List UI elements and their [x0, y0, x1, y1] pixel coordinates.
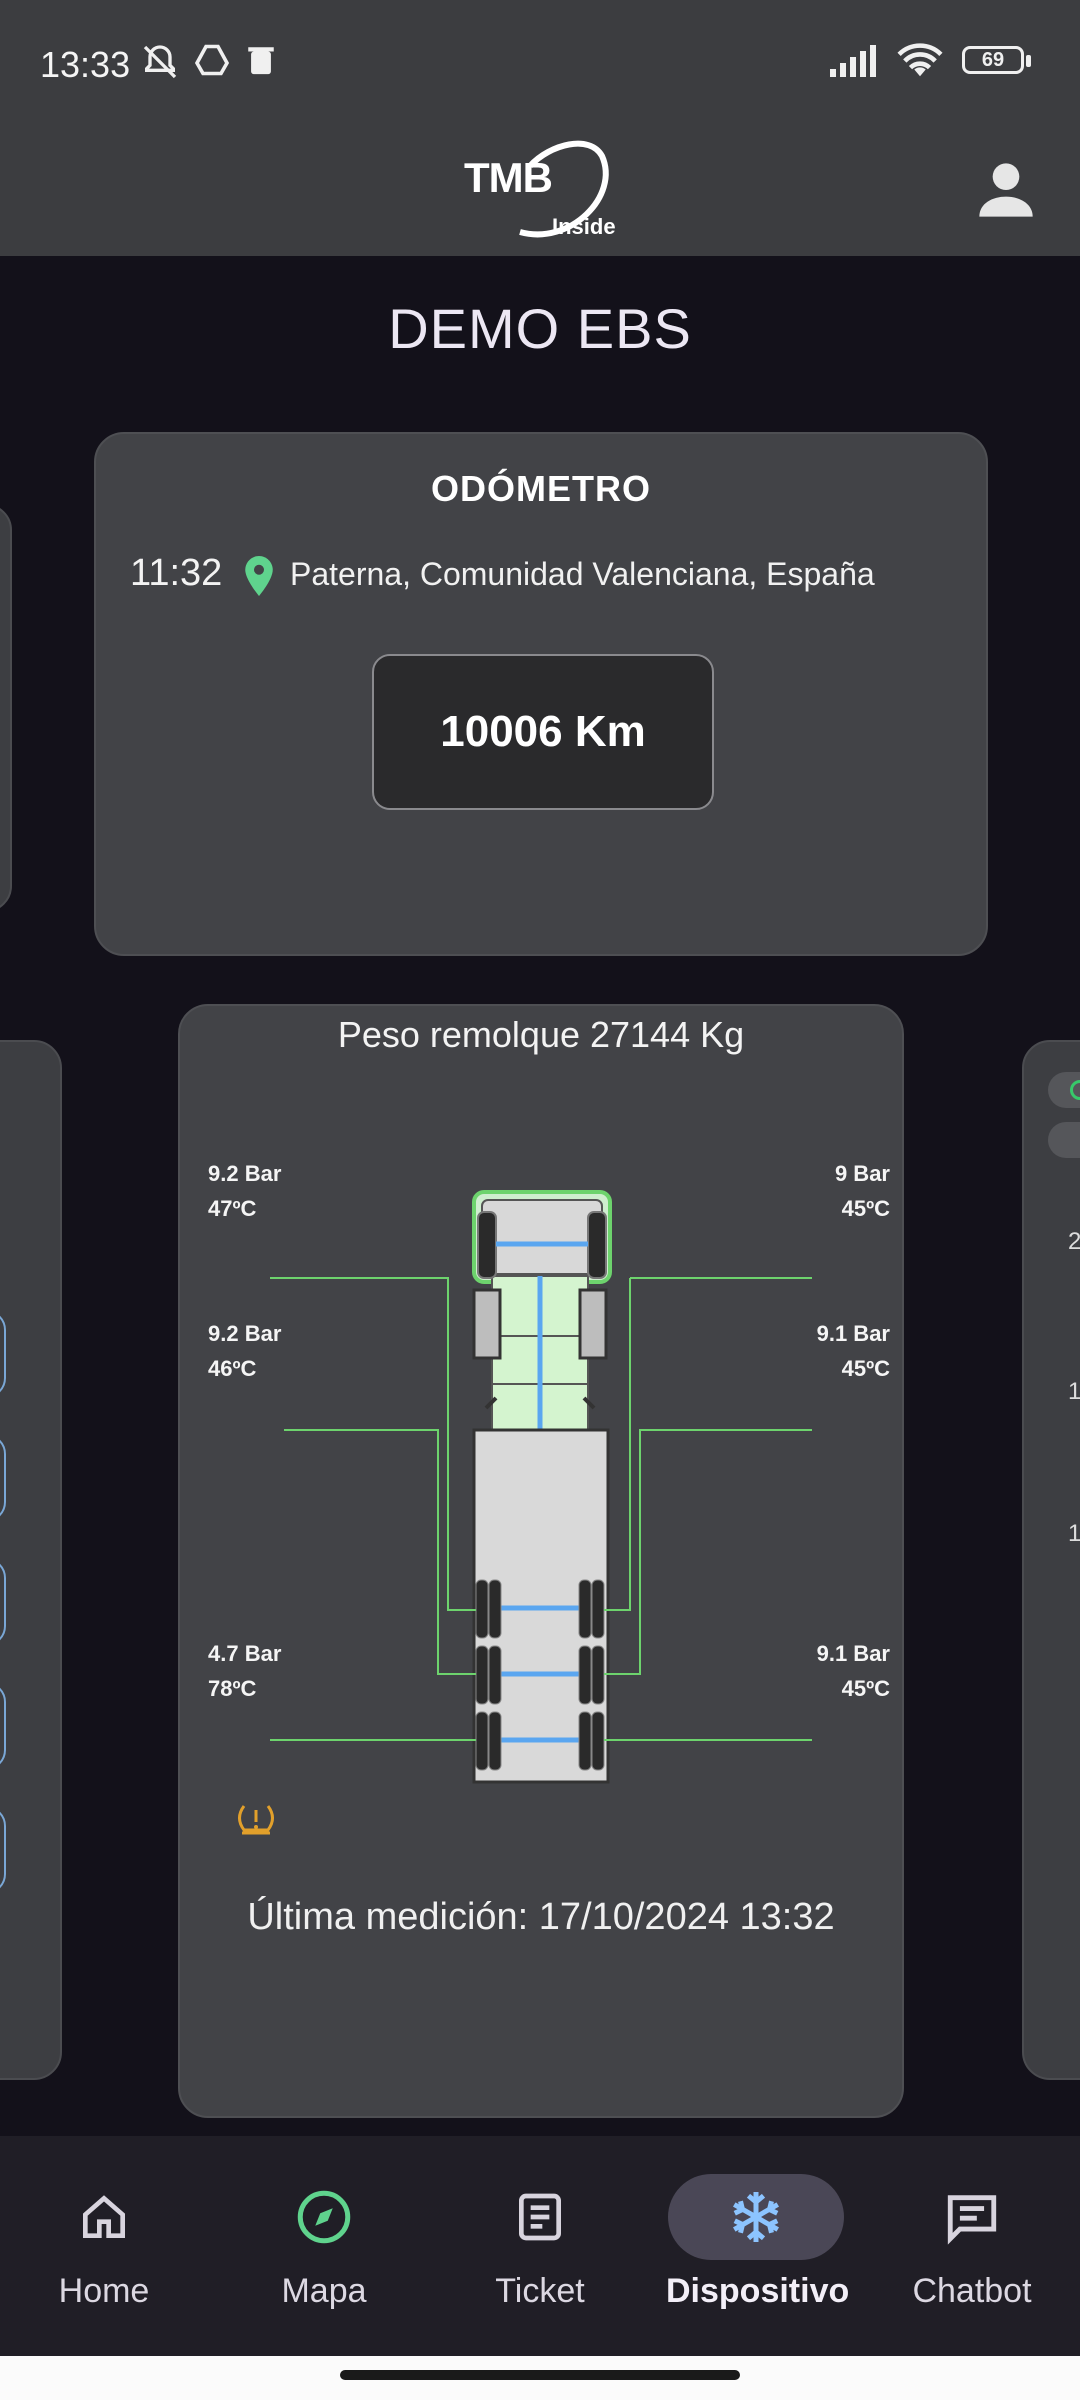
tire-pressure: 4.7 Bar [208, 1641, 282, 1666]
wifi-icon [897, 43, 943, 77]
tire-temperature: 78ºC [208, 1676, 257, 1701]
right-peek-number: 1 [1068, 1378, 1080, 1405]
snowflake-icon [733, 2192, 779, 2242]
tire-pressure: 9.2 Bar [208, 1161, 282, 1186]
odometer-location: Paterna, Comunidad Valenciana, España [290, 556, 875, 592]
right-peek-number: 1 [1068, 1520, 1080, 1547]
tire-front-left[interactable]: 9.2 Bar 47ºC [208, 1156, 281, 1226]
bottom-navigation: Home Mapa Ticket Dispositivo Chatbot [0, 2136, 1080, 2356]
battery-icon: 69 [962, 44, 1034, 78]
logo-text: TMB [464, 154, 553, 201]
last-measurement: Última medición: 17/10/2024 13:32 [247, 1896, 835, 1938]
tire-temperature: 46ºC [208, 1356, 257, 1381]
compass-icon [297, 2190, 351, 2244]
tire-pressure: 9.1 Bar [816, 1641, 890, 1666]
chat-icon [947, 2195, 997, 2245]
location-pin-icon [245, 556, 273, 596]
tire-rear-right[interactable]: 9.1 Bar 45ºC [817, 1636, 890, 1706]
status-time: 13:33 [40, 44, 131, 85]
drive-icon [194, 44, 230, 76]
home-icon [83, 2195, 125, 2238]
left-peek-card[interactable] [0, 1040, 62, 2080]
gesture-handle[interactable] [340, 2370, 740, 2380]
nav-label: Dispositivo [666, 2272, 850, 2310]
tire-temperature: 45ºC [841, 1196, 890, 1221]
logo-subtext: Inside [552, 214, 616, 239]
odometer-time: 11:32 [130, 552, 223, 594]
trash-icon [248, 47, 274, 75]
odometer-card[interactable]: ODÓMETRO 11:32 Paterna, Comunidad Valenc… [94, 432, 988, 956]
right-peek-card[interactable]: 2 1 1 [1022, 1040, 1080, 2080]
tire-pressure: 9.1 Bar [816, 1321, 890, 1346]
page-title: DEMO EBS [388, 297, 692, 360]
nav-chatbot[interactable]: Chatbot [882, 2174, 1062, 2311]
tire-mid-left[interactable]: 9.2 Bar 46ºC [208, 1316, 281, 1386]
tire-mid-right[interactable]: 9.1 Bar 45ºC [817, 1316, 890, 1386]
tire-temperature: 45ºC [841, 1676, 890, 1701]
tire-pressure: 9.2 Bar [208, 1321, 282, 1346]
nav-ticket[interactable]: Ticket [450, 2174, 630, 2311]
nav-dispositivo[interactable]: Dispositivo [666, 2174, 850, 2311]
right-peek-number: 2 [1068, 1228, 1080, 1255]
signal-icon [830, 45, 876, 77]
odometer-title: ODÓMETRO [431, 468, 651, 509]
profile-button[interactable] [966, 150, 1046, 230]
status-bar: 13:33 69 [0, 0, 1080, 128]
nav-mapa[interactable]: Mapa [234, 2174, 414, 2311]
nav-home[interactable]: Home [14, 2174, 194, 2311]
truck-diagram [270, 1190, 812, 1784]
nav-label: Chatbot [912, 2272, 1032, 2310]
app-bar: TMB Inside [0, 128, 1080, 256]
app-logo: TMB Inside [462, 128, 622, 256]
tire-temperature: 45ºC [841, 1356, 890, 1381]
ticket-icon [519, 2193, 561, 2241]
tire-status-card[interactable]: Peso remolque 27144 Kg 9.2 Bar 47ºC 9 Ba… [178, 1004, 904, 2118]
nav-label: Home [58, 2272, 150, 2310]
nav-label: Ticket [495, 2272, 585, 2310]
tire-pressure: 9 Bar [834, 1161, 890, 1186]
odometer-value: 10006 Km [372, 654, 714, 810]
left-peek-card-top[interactable] [0, 504, 12, 912]
tire-pressure-warning-icon [238, 1805, 274, 1835]
tire-front-right[interactable]: 9 Bar 45ºC [835, 1156, 890, 1226]
nav-label: Mapa [281, 2272, 367, 2310]
tire-rear-left[interactable]: 4.7 Bar 78ºC [208, 1636, 281, 1706]
tire-temperature: 47ºC [208, 1196, 257, 1221]
person-icon [979, 163, 1033, 217]
bell-off-icon [143, 45, 177, 79]
battery-level: 69 [981, 49, 1005, 71]
